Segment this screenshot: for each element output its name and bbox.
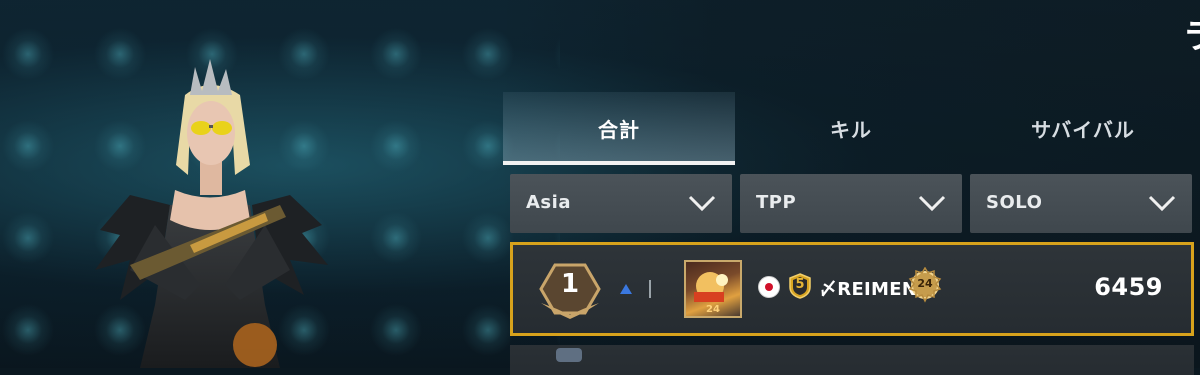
level-number: 24 bbox=[917, 277, 933, 290]
player-name: 〆REIMEN bbox=[819, 279, 918, 300]
tab-total[interactable]: 合計 bbox=[503, 92, 735, 165]
region-value: Asia bbox=[526, 192, 571, 213]
active-tab-underline bbox=[503, 161, 735, 165]
perspective-value: TPP bbox=[756, 192, 797, 213]
tier-number: 5 bbox=[795, 277, 805, 292]
leaderboard-panel: 合計 キル サバイバル Asia TPP SOLO 1 24 5 〆REIMEN… bbox=[503, 92, 1200, 375]
leaderboard-row-next[interactable] bbox=[510, 345, 1194, 375]
chevron-down-icon bbox=[1148, 195, 1176, 212]
region-dropdown[interactable]: Asia bbox=[510, 174, 732, 233]
avatar-level: 24 bbox=[706, 304, 720, 315]
leaderboard-row-highlighted[interactable]: 1 24 5 〆REIMEN 24 6459 bbox=[510, 242, 1194, 336]
japan-flag-icon bbox=[758, 276, 780, 298]
next-row-badge-icon bbox=[556, 348, 582, 362]
rank-number: 1 bbox=[560, 269, 580, 299]
corner-title-fragment: ラ bbox=[1183, 18, 1200, 56]
mode-value: SOLO bbox=[986, 192, 1043, 213]
perspective-dropdown[interactable]: TPP bbox=[740, 174, 962, 233]
mode-dropdown[interactable]: SOLO bbox=[970, 174, 1192, 233]
score-value: 6459 bbox=[1094, 273, 1163, 301]
chevron-down-icon bbox=[688, 195, 716, 212]
tab-survival[interactable]: サバイバル bbox=[967, 92, 1199, 165]
tab-kills[interactable]: キル bbox=[735, 92, 967, 165]
character-model bbox=[95, 59, 328, 368]
chevron-down-icon bbox=[918, 195, 946, 212]
leaderboard-tabs: 合計 キル サバイバル bbox=[503, 92, 1200, 165]
tab-total-label: 合計 bbox=[598, 118, 640, 142]
tab-kills-label: キル bbox=[830, 118, 872, 142]
tab-survival-label: サバイバル bbox=[1031, 118, 1135, 142]
player-avatar[interactable]: 24 bbox=[684, 260, 742, 318]
trend-up-icon bbox=[620, 284, 632, 294]
filter-bar: Asia TPP SOLO bbox=[510, 174, 1200, 234]
trend-divider bbox=[649, 280, 651, 298]
